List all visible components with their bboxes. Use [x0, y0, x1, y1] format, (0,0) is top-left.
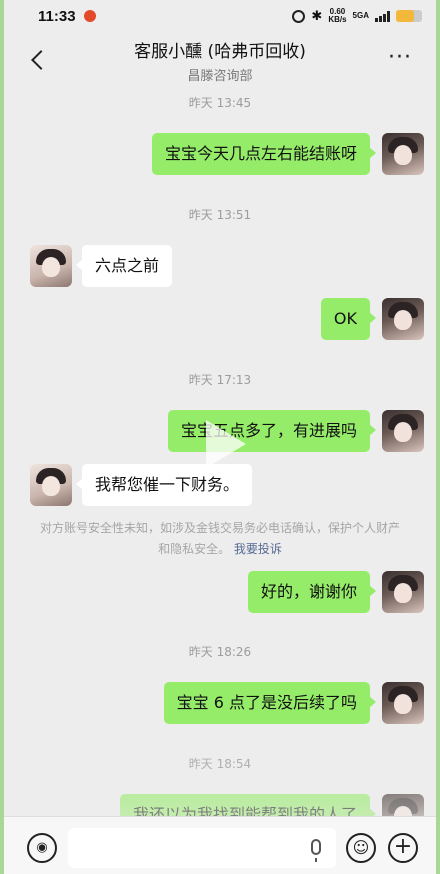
microphone-icon[interactable] [311, 839, 321, 862]
plus-icon[interactable]: + [388, 833, 418, 863]
input-bar: ◉ ☺ + [0, 816, 440, 874]
left-edge [0, 0, 4, 874]
video-play-icon[interactable] [206, 420, 246, 468]
right-edge [436, 0, 440, 874]
message-bubble-sent[interactable]: OK [320, 298, 377, 340]
notification-app-icon [83, 10, 96, 22]
message-timestamp: 昨天 18:26 [188, 645, 252, 659]
signal-icon [375, 10, 390, 22]
message-bubble-sent[interactable]: 宝宝今天几点左右能结账呀 [151, 133, 377, 175]
message-bubble-sent[interactable]: 宝宝五点多了，有进展吗 [167, 410, 377, 452]
my-avatar[interactable] [382, 298, 424, 340]
chat-subtitle: 昌滕咨询部 [187, 68, 253, 84]
net-speed: 0.60 KB/s [328, 8, 346, 24]
message-bubble-sent[interactable]: 宝宝 6 点了是没后续了吗 [163, 682, 377, 724]
message-timestamp: 昨天 13:51 [188, 208, 252, 222]
security-notice: 对方账号安全性未知，如涉及金钱交易务必电话确认，保护个人财产和隐私安全。 我要投… [40, 518, 400, 560]
my-avatar[interactable] [382, 410, 424, 452]
status-icons: ✱ 0.60 KB/s 5GA [292, 8, 422, 24]
my-avatar[interactable] [382, 682, 424, 724]
message-bubble-sent[interactable]: 好的，谢谢你 [247, 571, 377, 613]
contact-avatar[interactable] [30, 245, 72, 287]
message-input[interactable] [68, 828, 336, 868]
message-timestamp: 昨天 18:54 [188, 757, 252, 771]
my-avatar[interactable] [382, 133, 424, 175]
network-type: 5GA [352, 11, 369, 20]
message-timestamp: 昨天 17:13 [188, 373, 252, 387]
report-link[interactable]: 我要投诉 [234, 542, 282, 556]
message-bubble-sent[interactable]: 我还以为我找到能帮到我的人了 [119, 794, 377, 816]
battery-icon [396, 10, 422, 22]
phone-screen: 11:33 ✱ 0.60 KB/s 5GA 客服小醺 (哈弗币回收) 昌滕咨询部… [0, 0, 440, 874]
security-notice-text: 对方账号安全性未知，如涉及金钱交易务必电话确认，保护个人财产和隐私安全。 [40, 521, 401, 556]
status-bar: 11:33 ✱ 0.60 KB/s 5GA [0, 0, 440, 32]
contact-avatar[interactable] [30, 464, 72, 506]
emoji-icon[interactable]: ☺ [346, 833, 376, 863]
voice-input-icon[interactable]: ◉ [27, 833, 57, 863]
status-time: 11:33 [38, 7, 76, 25]
net-speed-unit: KB/s [328, 15, 347, 24]
my-avatar[interactable] [382, 794, 424, 816]
bluetooth-icon: ✱ [311, 8, 323, 24]
chat-title: 客服小醺 (哈弗币回收) [134, 41, 306, 62]
message-timestamp: 昨天 13:45 [188, 96, 252, 110]
message-bubble-received[interactable]: 我帮您催一下财务。 [75, 464, 253, 506]
my-avatar[interactable] [382, 571, 424, 613]
back-arrow-icon[interactable] [26, 46, 54, 74]
alarm-icon [292, 9, 306, 23]
message-bubble-received[interactable]: 六点之前 [75, 245, 173, 287]
chat-header: 客服小醺 (哈弗币回收) 昌滕咨询部 ··· [0, 32, 440, 88]
more-options-icon[interactable]: ··· [388, 46, 412, 74]
